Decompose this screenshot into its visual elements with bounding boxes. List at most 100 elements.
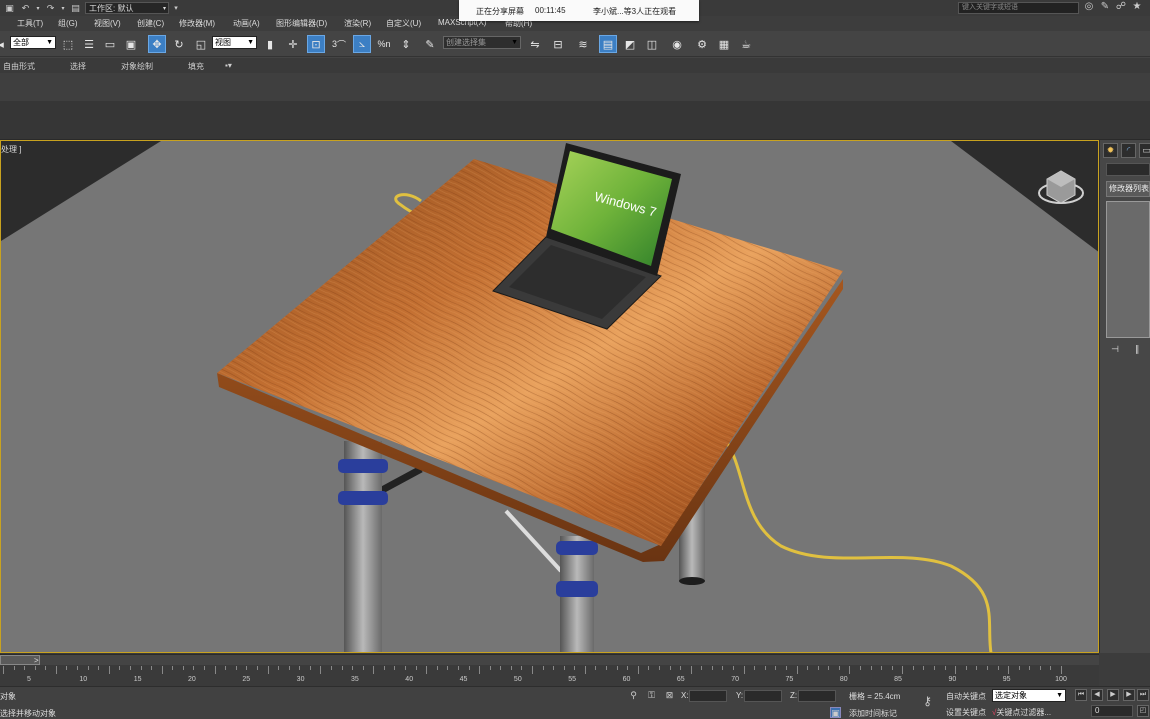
auto-key-button[interactable]: 自动关键点 — [946, 691, 986, 702]
communication-icon[interactable]: ☍ — [1114, 1, 1128, 15]
go-to-start-icon[interactable]: ⏮ — [1075, 689, 1087, 701]
time-configuration-icon[interactable]: ◰ — [1137, 705, 1149, 717]
y-coordinate-field[interactable] — [744, 690, 782, 702]
modify-tab-icon[interactable]: ◜ — [1121, 143, 1136, 158]
next-frame-icon[interactable]: ▶ — [1123, 689, 1135, 701]
tab-selection[interactable]: 选择 — [70, 61, 86, 72]
menu-create[interactable]: 创建(C) — [137, 18, 164, 29]
timeline-tick — [55, 666, 57, 674]
menu-customize[interactable]: 自定义(U) — [386, 18, 421, 29]
select-object-icon[interactable]: ⬚ — [59, 35, 77, 53]
tab-populate[interactable]: 填充 — [188, 61, 204, 72]
key-filters-button[interactable]: √关键点过滤器... — [992, 707, 1051, 718]
timeline-tick — [711, 666, 713, 670]
absolute-mode-icon[interactable]: ⊠ — [664, 690, 675, 701]
search-input[interactable]: 键入关键字或短语 — [958, 2, 1079, 14]
timeline-ruler[interactable]: 5 10 15 20 25 30 35 40 45 50 55 60 65 70 75 80 85 90 95 100 — [0, 666, 1099, 686]
play-icon[interactable]: ▶ — [1107, 689, 1119, 701]
project-folder-icon[interactable]: ▤ — [69, 2, 82, 14]
redo-icon[interactable]: ↷ — [44, 2, 57, 14]
dropdown-arrow-icon[interactable]: ▾ — [172, 2, 180, 14]
spinner-snap-icon[interactable]: ⇕ — [397, 35, 415, 53]
workspace-dropdown[interactable]: 工作区: 默认 ▾ — [85, 2, 169, 14]
viewport-label[interactable]: 处理 ] — [1, 144, 21, 155]
undo-small-icon[interactable]: ◂ — [0, 35, 6, 53]
app-menu-icon[interactable]: ▣ — [3, 2, 16, 14]
select-manipulate-icon[interactable]: ✛ — [284, 35, 302, 53]
select-and-move-icon[interactable]: ✥ — [148, 35, 166, 53]
dropdown-arrow-icon[interactable]: ▾ — [60, 2, 66, 14]
timeline-tick — [447, 666, 449, 670]
timeline-tick — [722, 666, 724, 670]
schematic-view-icon[interactable]: ◫ — [643, 35, 661, 53]
x-coordinate-field[interactable] — [689, 690, 727, 702]
key-mode-dropdown[interactable]: 选定对象 ▼ — [992, 689, 1066, 702]
material-editor-icon[interactable]: ◉ — [668, 35, 686, 53]
layer-manager-icon[interactable]: ≋ — [574, 35, 592, 53]
time-tag-icon[interactable]: ▣ — [830, 707, 841, 718]
menu-views[interactable]: 视图(V) — [94, 18, 121, 29]
timeline[interactable]: > 5 10 15 20 25 30 35 40 45 50 55 60 65 70 75 80 85 90 95 1… — [0, 653, 1099, 686]
percent-snap-icon[interactable]: %n — [375, 35, 393, 53]
hierarchy-tab-icon[interactable]: ▭ — [1139, 143, 1150, 158]
perspective-viewport[interactable]: Windows 7 处理 ] — [0, 140, 1099, 653]
lock-selection-icon[interactable]: ⚿ — [646, 690, 657, 701]
pin-stack-icon[interactable]: ⊣ — [1108, 344, 1122, 356]
dropdown-arrow-icon[interactable]: ▾ — [35, 2, 41, 14]
go-to-end-icon[interactable]: ⏭ — [1137, 689, 1149, 701]
create-tab-icon[interactable]: ✹ — [1103, 143, 1118, 158]
pin-icon[interactable]: ⚲ — [628, 690, 639, 701]
window-crossing-icon[interactable]: ▣ — [122, 35, 140, 53]
menu-graph-editors[interactable]: 图形编辑器(D) — [276, 18, 327, 29]
mirror-icon[interactable]: ⇋ — [526, 35, 544, 53]
z-coordinate-field[interactable] — [798, 690, 836, 702]
object-name-field[interactable] — [1106, 163, 1150, 176]
tab-object-paint[interactable]: 对象绘制 — [121, 61, 153, 72]
snaps-toggle-icon[interactable]: 3 ⌒ — [330, 35, 348, 53]
pivot-center-icon[interactable]: ▮ — [261, 35, 279, 53]
undo-icon[interactable]: ↶ — [19, 2, 32, 14]
ribbon-toggle-icon[interactable]: ▪▾ — [225, 61, 232, 70]
menu-rendering[interactable]: 渲染(R) — [344, 18, 371, 29]
named-selection-dropdown[interactable]: 创建选择集 ▼ — [443, 36, 521, 49]
modifier-stack[interactable] — [1106, 201, 1150, 338]
curve-editor-icon[interactable]: ◩ — [621, 35, 639, 53]
add-time-tag[interactable]: 添加时间标记 — [849, 708, 897, 719]
menu-group[interactable]: 组(G) — [58, 18, 78, 29]
time-slider[interactable]: > — [0, 654, 1099, 665]
menu-tools[interactable]: 工具(T) — [17, 18, 43, 29]
angle-snap-icon[interactable]: ⦣ — [353, 35, 371, 53]
show-end-result-icon[interactable]: ∥ — [1130, 344, 1144, 356]
keyboard-shortcut-override-icon[interactable]: ⊡ — [307, 35, 325, 53]
align-icon[interactable]: ⊟ — [549, 35, 567, 53]
viewport-scene[interactable]: Windows 7 — [1, 141, 1099, 653]
scene-explorer-icon[interactable]: ▤ — [599, 35, 617, 53]
reference-coord-dropdown[interactable]: 视图 ▼ — [212, 36, 257, 49]
binoculars-icon[interactable]: ◎ — [1082, 1, 1096, 15]
current-frame-field[interactable]: 0 — [1091, 705, 1133, 717]
render-production-icon[interactable]: ☕ — [737, 35, 755, 53]
time-slider-thumb[interactable]: > — [0, 655, 40, 665]
previous-frame-icon[interactable]: ◀ — [1091, 689, 1103, 701]
dark-background-right — [951, 141, 1098, 252]
timeline-tick — [278, 666, 280, 670]
tools-icon[interactable]: ✎ — [1098, 1, 1112, 15]
favorites-star-icon[interactable]: ★ — [1130, 1, 1144, 15]
rendered-frame-window-icon[interactable]: ▦ — [715, 35, 733, 53]
select-and-rotate-icon[interactable]: ↻ — [170, 35, 188, 53]
main-toolbar: ◂ 全部 ▼ ⬚ ☰ ▭ ▣ ✥ ↻ ◱ 视图 ▼ ▮ ✛ ⊡ 3 ⌒ ⦣ %n … — [0, 31, 1150, 57]
key-icon[interactable]: ⚷ — [922, 695, 933, 707]
select-by-name-icon[interactable]: ☰ — [80, 35, 98, 53]
timeline-tick — [669, 666, 671, 670]
render-setup-icon[interactable]: ⚙ — [693, 35, 711, 53]
menu-animation[interactable]: 动画(A) — [233, 18, 260, 29]
screen-share-banner: 正在分享屏幕 00:11:45 李小斌...等3人正在观看 — [459, 0, 699, 21]
tab-freeform[interactable]: 自由形式 — [3, 61, 35, 72]
selection-filter-dropdown[interactable]: 全部 ▼ — [10, 36, 56, 49]
menu-modifiers[interactable]: 修改器(M) — [179, 18, 215, 29]
rect-selection-region-icon[interactable]: ▭ — [101, 35, 119, 53]
set-key-button[interactable]: 设置关键点 — [946, 707, 986, 718]
modifier-list-dropdown[interactable]: 修改器列表 — [1106, 181, 1150, 197]
select-and-scale-icon[interactable]: ◱ — [192, 35, 210, 53]
edit-named-selection-icon[interactable]: ✎ — [421, 35, 439, 53]
